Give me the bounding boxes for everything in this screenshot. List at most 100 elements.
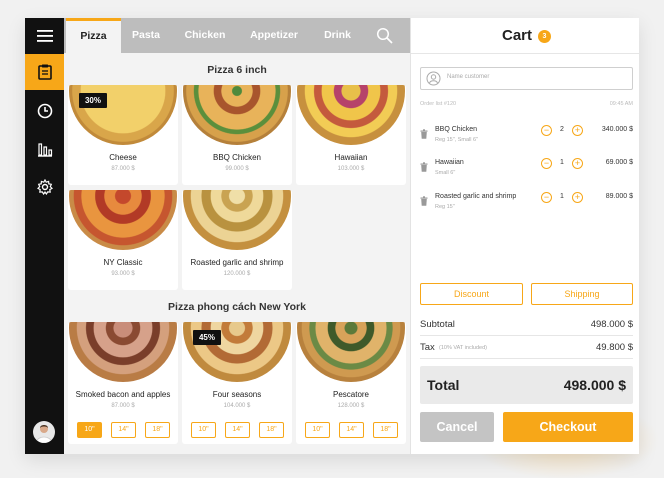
size-option[interactable]: 18" [259,422,284,438]
product-name: BBQ Chicken [212,153,262,162]
trash-icon[interactable] [420,126,428,139]
size-option[interactable]: 14" [225,422,250,438]
product-card[interactable]: 30% Cheese 87.000 $ [68,85,178,185]
product-name: Pescatore [332,390,370,399]
cancel-button[interactable]: Cancel [420,412,494,442]
sidebar-item-orders[interactable] [25,54,64,90]
customer-name-field[interactable]: Name customer [420,67,633,90]
item-qty: 1 [560,159,564,166]
category-tabs: Pizza Pasta Chicken Appetizer Drink [64,18,410,53]
section-title: Pizza phong cách New York [168,301,306,313]
discount-button[interactable]: Discount [420,283,523,305]
total-row: Total 498.000 $ [420,366,633,404]
product-card[interactable]: Roasted garlic and shrimp 120.000 $ [182,190,292,290]
pos-app: Pizza Pasta Chicken Appetizer Drink Pizz… [25,18,639,454]
cart-panel: Cart 3 Name customer Order list #120 09:… [410,18,639,454]
item-price: 89.000 $ [605,193,633,200]
product-price: 120.000 $ [223,271,251,277]
size-options: 10" 14" 18" [68,422,178,438]
item-price: 69.000 $ [605,159,633,166]
size-options: 10" 14" 18" [182,422,292,438]
trash-icon[interactable] [420,193,428,206]
customer-name-placeholder: Name customer [447,74,490,80]
product-card[interactable]: BBQ Chicken 99.000 $ [182,85,292,185]
size-option[interactable]: 10" [305,422,330,438]
item-name: BBQ Chicken [435,126,478,133]
product-price: 104.000 $ [223,403,251,409]
order-meta: Order list #120 09:45 AM [420,101,633,107]
cart-title: Cart [502,27,533,44]
tab-appetizer[interactable]: Appetizer [238,18,310,53]
product-name: Smoked bacon and apples [75,390,171,399]
decrease-qty-button[interactable]: − [541,125,552,136]
product-card[interactable]: Smoked bacon and apples 87.000 $ 10" 14"… [68,322,178,444]
item-qty: 1 [560,193,564,200]
clock-icon [37,103,52,119]
cart-count-badge: 3 [538,30,551,43]
tab-pizza[interactable]: Pizza [66,18,121,53]
size-option[interactable]: 10" [77,422,102,438]
product-price: 99.000 $ [225,166,249,172]
product-price: 103.000 $ [337,166,365,172]
discount-badge: 30% [79,93,107,108]
product-name: NY Classic [103,258,143,267]
tax-label: Tax [420,342,435,353]
item-price: 340.000 $ [601,126,633,133]
sidebar [25,18,64,454]
product-price: 93.000 $ [111,271,135,277]
subtotal-label: Subtotal [420,319,455,330]
total-value: 498.000 $ [563,377,626,393]
decrease-qty-button[interactable]: − [541,158,552,169]
increase-qty-button[interactable]: + [572,158,583,169]
sidebar-item-history[interactable] [25,93,64,129]
tax-value: 49.800 $ [596,342,633,353]
avatar[interactable] [33,421,55,443]
product-name: Four seasons [212,390,262,399]
section-title: Pizza 6 inch [207,64,267,76]
sidebar-item-settings[interactable] [25,169,64,205]
product-price: 87.000 $ [111,166,135,172]
size-option[interactable]: 18" [145,422,170,438]
item-options: Small 6" [435,170,456,176]
increase-qty-button[interactable]: + [572,192,583,203]
cart-line-item: Hawaiian Small 6" − 1 + 69.000 $ [420,158,633,187]
decrease-qty-button[interactable]: − [541,192,552,203]
search-icon[interactable] [376,27,394,45]
item-name: Roasted garlic and shrimp [435,193,517,200]
size-options: 10" 14" 18" [296,422,406,438]
order-time: 09:45 AM [609,101,633,107]
product-card[interactable]: NY Classic 93.000 $ [68,190,178,290]
product-name: Hawaiian [334,153,368,162]
total-label: Total [427,377,460,393]
size-option[interactable]: 18" [373,422,398,438]
size-option[interactable]: 14" [111,422,136,438]
product-card[interactable]: 45% Four seasons 104.000 $ 10" 14" 18" [182,322,292,444]
hamburger-menu-icon[interactable] [25,18,64,54]
discount-badge: 45% [193,330,221,345]
tab-drink[interactable]: Drink [310,18,365,53]
gear-icon [36,179,53,195]
size-option[interactable]: 14" [339,422,364,438]
tab-pasta[interactable]: Pasta [121,18,171,53]
tax-row: Tax (10% VAT included) 49.800 $ [420,337,633,359]
subtotal-value: 498.000 $ [590,319,633,330]
subtotal-row: Subtotal 498.000 $ [420,314,633,336]
bar-chart-icon [37,143,52,157]
clipboard-icon [37,64,52,80]
product-price: 87.000 $ [111,403,135,409]
product-card[interactable]: Pescatore 128.000 $ 10" 14" 18" [296,322,406,444]
cart-header: Cart 3 [411,18,639,54]
checkout-button[interactable]: Checkout [503,412,633,442]
size-option[interactable]: 10" [191,422,216,438]
cart-line-item: Roasted garlic and shrimp Reg 15" − 1 + … [420,192,633,221]
increase-qty-button[interactable]: + [572,125,583,136]
tab-chicken[interactable]: Chicken [172,18,238,53]
product-price: 128.000 $ [337,403,365,409]
product-card[interactable]: Hawaiian 103.000 $ [296,85,406,185]
trash-icon[interactable] [420,159,428,172]
sidebar-item-reports[interactable] [25,131,64,167]
product-name: Cheese [109,153,137,162]
tax-note: (10% VAT included) [439,345,487,351]
order-number: Order list #120 [420,101,457,107]
shipping-button[interactable]: Shipping [531,283,633,305]
